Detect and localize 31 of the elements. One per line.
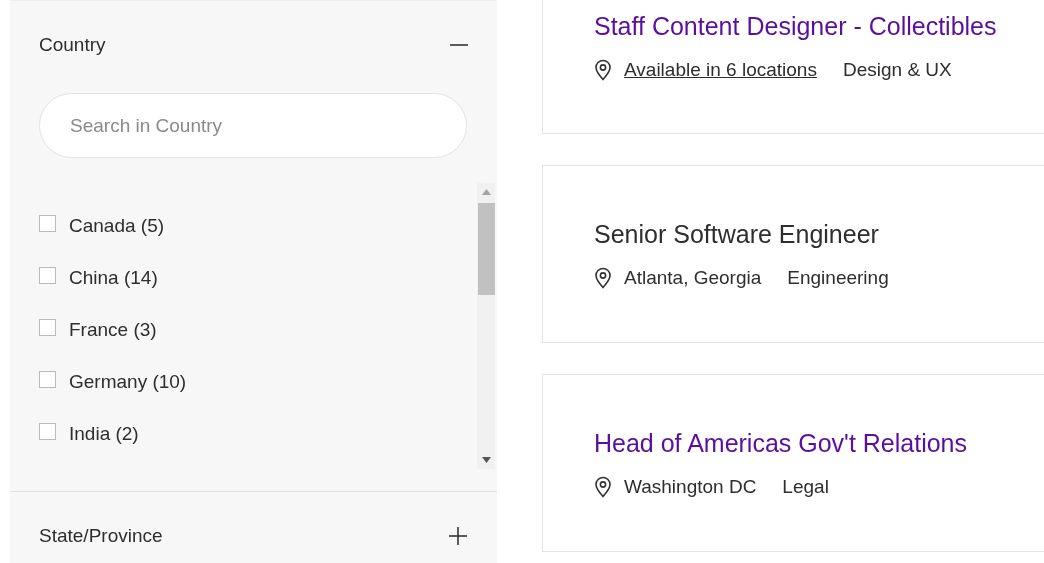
scrollbar[interactable] (477, 183, 495, 469)
job-title-link[interactable]: Senior Software Engineer (594, 219, 1044, 249)
option-label: Canada (5) (69, 215, 165, 237)
checkbox[interactable] (39, 370, 56, 388)
job-location: Washington DC (624, 475, 757, 498)
option-label: France (3) (69, 319, 157, 341)
option-label: Germany (10) (69, 371, 187, 393)
location-pin-icon (594, 266, 612, 289)
checkbox[interactable] (39, 422, 56, 440)
locations-link[interactable]: Available in 6 locations (624, 59, 817, 81)
scroll-down-icon (481, 457, 491, 463)
job-title-link[interactable]: Staff Content Designer - Collectibles (594, 12, 1044, 41)
scroll-up-icon (481, 189, 491, 195)
minus-icon (450, 44, 468, 46)
filter-collapse-toggle[interactable]: Country (10, 1, 497, 89)
scrollbar-thumb[interactable] (477, 203, 495, 295)
job-title-link[interactable]: Head of Americas Gov't Relations (594, 428, 1044, 458)
job-location: Atlanta, Georgia (624, 266, 762, 289)
checkbox[interactable] (39, 266, 56, 284)
option-label: China (14) (69, 267, 158, 289)
plus-icon (448, 526, 468, 546)
job-category: Legal (782, 475, 829, 498)
job-category: Design & UX (842, 59, 952, 81)
checkbox[interactable] (39, 214, 56, 232)
location-pin-icon (594, 59, 612, 81)
filter-expand-toggle[interactable]: State/Province (10, 492, 497, 563)
option-label: India (2) (69, 423, 139, 445)
job-category: Engineering (787, 266, 889, 289)
checkbox[interactable] (39, 318, 56, 336)
location-pin-icon (594, 475, 612, 498)
search-field[interactable]: Search in Country (39, 93, 467, 158)
